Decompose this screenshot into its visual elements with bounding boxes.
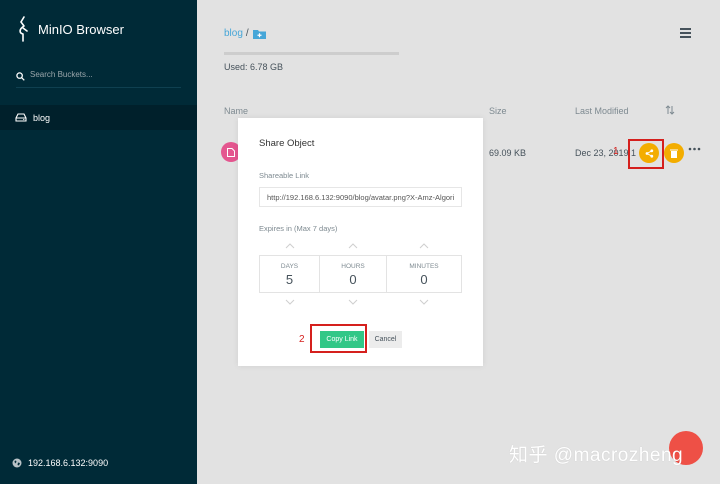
delete-button[interactable] <box>664 143 684 163</box>
column-header-size[interactable]: Size <box>489 106 507 116</box>
chevron-up-icon[interactable] <box>285 243 295 249</box>
column-header-name[interactable]: Name <box>224 106 248 116</box>
file-size: 69.09 KB <box>489 148 527 158</box>
expiry-days-label: DAYS <box>280 263 299 270</box>
chevron-up-icon[interactable] <box>419 243 429 249</box>
host-address: 192.168.6.132:9090 <box>12 458 108 468</box>
expiry-hours-label: HOURS <box>341 263 365 270</box>
share-object-dialog: Share Object Shareable Link Expires in (… <box>238 118 483 366</box>
breadcrumb-separator: / <box>245 28 249 39</box>
app-title: MinIO Browser <box>38 21 124 37</box>
breadcrumb-bucket-link[interactable]: blog <box>224 28 243 39</box>
breadcrumb: blog / <box>224 28 266 39</box>
host-label: 192.168.6.132:9090 <box>28 458 109 468</box>
expiry-days-value[interactable]: 5 <box>260 272 319 287</box>
sidebar-item-label: blog <box>33 112 51 123</box>
expiry-days: DAYS 5 <box>260 256 319 292</box>
shareable-link-field[interactable] <box>259 187 462 207</box>
chevron-down-icon[interactable] <box>285 299 295 305</box>
shareable-link-label: Shareable Link <box>259 171 310 180</box>
expiry-minutes-value[interactable]: 0 <box>387 272 461 287</box>
expiry-hours-value[interactable]: 0 <box>320 272 386 287</box>
more-icon[interactable] <box>688 146 701 152</box>
chevron-up-icon[interactable] <box>348 243 358 249</box>
bucket-search <box>16 70 181 88</box>
storage-usage-bar <box>224 52 399 55</box>
file-last-modified: Dec 23, 2019 1 <box>575 148 637 158</box>
sort-icon[interactable] <box>665 105 675 115</box>
globe-icon <box>12 458 22 468</box>
annotation-step-2: 2 <box>299 334 305 345</box>
menu-icon[interactable] <box>680 28 691 38</box>
app-logo: MinIO Browser <box>16 16 124 42</box>
add-folder-icon[interactable] <box>252 29 266 39</box>
storage-usage-label: Used: 6.78 GB <box>224 62 284 72</box>
chevron-down-icon[interactable] <box>348 299 358 305</box>
expiry-hours: HOURS 0 <box>319 256 386 292</box>
chevron-down-icon[interactable] <box>419 299 429 305</box>
expires-label: Expires in (Max 7 days) <box>259 224 338 233</box>
search-icon <box>16 72 25 81</box>
expiry-minutes: MINUTES 0 <box>386 256 461 292</box>
highlight-share-button <box>628 139 664 169</box>
expiry-picker: DAYS 5 HOURS 0 MINUTES 0 <box>259 255 462 293</box>
dialog-title: Share Object <box>259 138 315 149</box>
copy-link-button[interactable]: Copy Link <box>320 331 364 348</box>
delete-icon <box>670 149 678 158</box>
expiry-minutes-label: MINUTES <box>409 263 439 270</box>
minio-logo-icon <box>19 16 28 42</box>
annotation-step-1: 1 <box>613 146 619 157</box>
cancel-button[interactable]: Cancel <box>369 331 402 348</box>
search-buckets-input[interactable] <box>30 70 175 79</box>
sidebar: MinIO Browser blog 192.168.6.132:9090 <box>0 0 197 484</box>
image-file-icon <box>227 147 235 157</box>
watermark: 知乎 @macrozheng <box>509 445 684 466</box>
column-header-last-modified[interactable]: Last Modified <box>575 106 629 116</box>
bucket-icon <box>15 113 27 122</box>
sidebar-item-blog[interactable]: blog <box>0 105 197 130</box>
